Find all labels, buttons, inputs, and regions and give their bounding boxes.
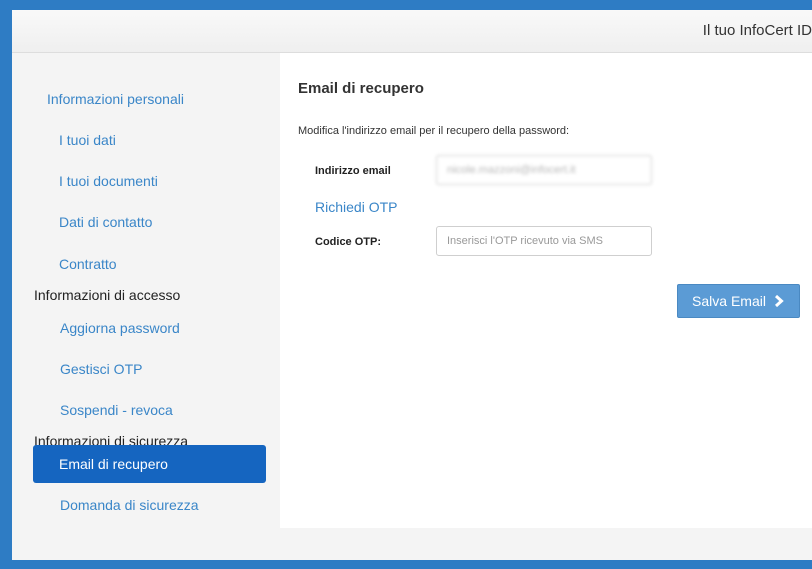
sidebar: Informazioni personali I tuoi dati I tuo… bbox=[12, 53, 280, 560]
chevron-right-icon bbox=[774, 295, 784, 307]
top-bar: Il tuo InfoCert ID bbox=[12, 10, 812, 53]
sidebar-section-accesso: Informazioni di accesso bbox=[34, 287, 181, 303]
sidebar-item-dati-contatto[interactable]: Dati di contatto bbox=[59, 214, 152, 230]
sidebar-item-informazioni-personali[interactable]: Informazioni personali bbox=[47, 91, 184, 107]
page-title: Email di recupero bbox=[298, 80, 424, 97]
main-panel: Email di recupero Modifica l'indirizzo e… bbox=[280, 53, 812, 528]
sidebar-item-sospendi-revoca[interactable]: Sospendi - revoca bbox=[60, 402, 173, 418]
sidebar-item-email-recupero[interactable]: Email di recupero bbox=[33, 445, 266, 483]
sidebar-item-domanda-sicurezza[interactable]: Domanda di sicurezza bbox=[60, 497, 199, 513]
email-label: Indirizzo email bbox=[315, 165, 391, 177]
sidebar-item-tuoi-documenti[interactable]: I tuoi documenti bbox=[59, 173, 158, 189]
email-field[interactable] bbox=[436, 155, 652, 185]
otp-field[interactable] bbox=[436, 226, 652, 256]
sidebar-item-gestisci-otp[interactable]: Gestisci OTP bbox=[60, 361, 142, 377]
app-title: Il tuo InfoCert ID bbox=[702, 22, 812, 39]
sidebar-item-tuoi-dati[interactable]: I tuoi dati bbox=[59, 132, 116, 148]
otp-label: Codice OTP: bbox=[315, 236, 382, 248]
save-button-label: Salva Email bbox=[692, 293, 766, 309]
request-otp-link[interactable]: Richiedi OTP bbox=[315, 199, 397, 215]
sidebar-item-aggiorna-password[interactable]: Aggiorna password bbox=[60, 320, 180, 336]
sidebar-item-contratto[interactable]: Contratto bbox=[59, 256, 117, 272]
sidebar-item-label: Email di recupero bbox=[59, 456, 168, 472]
save-email-button[interactable]: Salva Email bbox=[677, 284, 800, 318]
page-description: Modifica l'indirizzo email per il recupe… bbox=[298, 125, 570, 137]
app-window: Il tuo InfoCert ID Informazioni personal… bbox=[12, 10, 812, 560]
